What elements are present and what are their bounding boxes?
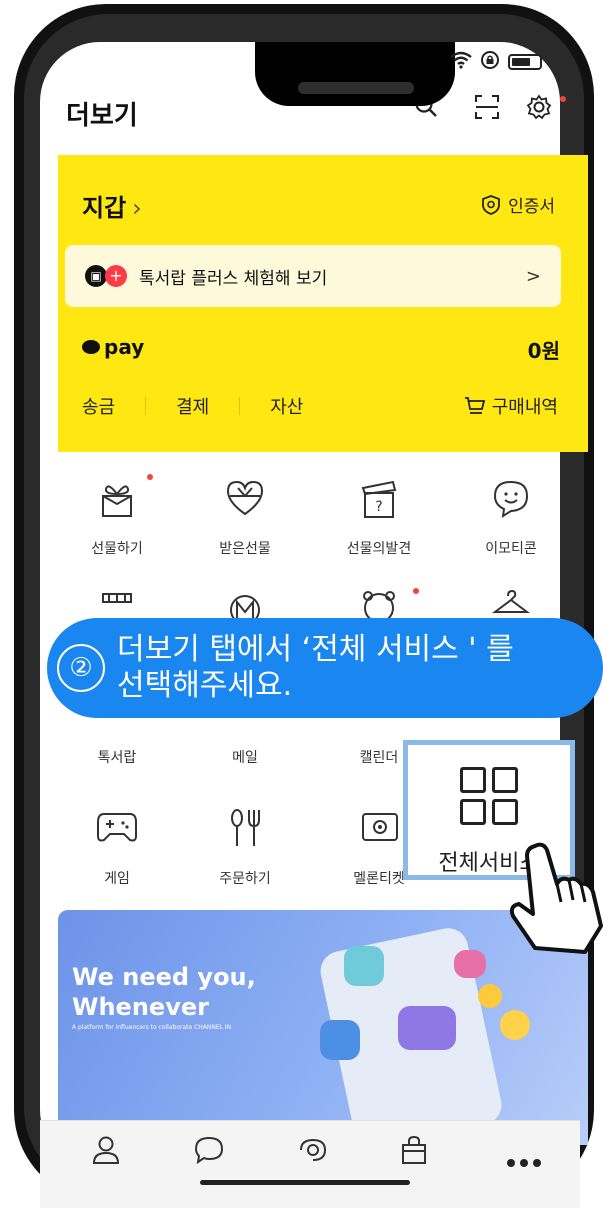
step-number: ② bbox=[57, 644, 105, 692]
instruction-line-1: 더보기 탭에서 ‘전체 서비스 ' 를 bbox=[117, 632, 514, 667]
home-indicator[interactable] bbox=[200, 1180, 410, 1185]
grid-item-gift-discovery[interactable]: ? 선물의발견 bbox=[314, 478, 444, 558]
certificate-label: 인증서 bbox=[508, 197, 555, 217]
pay-balance[interactable]: 0원 bbox=[528, 335, 560, 364]
like-bubble-icon bbox=[344, 946, 384, 986]
grid-item-order[interactable]: 주문하기 bbox=[180, 808, 310, 888]
certificate-button[interactable]: 인증서 bbox=[480, 192, 555, 217]
pay-links: 송금 결제 자산 bbox=[82, 393, 303, 419]
banner-subtitle: A platform for influencers to collaborat… bbox=[72, 1024, 232, 1031]
grid-label: 이모티콘 bbox=[485, 541, 537, 557]
svg-text:?: ? bbox=[375, 499, 382, 515]
banner-title-line-1: We need you, bbox=[72, 963, 256, 991]
more-icon[interactable] bbox=[506, 1141, 542, 1176]
plus-icon: + bbox=[105, 265, 127, 287]
instruction-text: 더보기 탭에서 ‘전체 서비스 ' 를 선택해주세요. bbox=[117, 632, 597, 704]
divider bbox=[145, 397, 147, 415]
divider bbox=[239, 397, 241, 415]
emoticon-icon bbox=[446, 478, 576, 524]
gift-icon bbox=[52, 478, 182, 524]
notification-dot bbox=[560, 96, 566, 102]
grid-label: 게임 bbox=[104, 871, 130, 887]
heart-ribbon-icon bbox=[180, 478, 310, 524]
grid-four-squares-icon bbox=[460, 767, 520, 827]
grid-label: 받은선물 bbox=[219, 541, 271, 557]
notch bbox=[255, 42, 455, 106]
grid-label: 톡서랍 bbox=[97, 750, 137, 766]
person-icon[interactable] bbox=[92, 1135, 120, 1173]
assets-link[interactable]: 자산 bbox=[270, 393, 303, 419]
payment-link[interactable]: 결제 bbox=[176, 393, 209, 419]
grid-item-received-gift[interactable]: 받은선물 bbox=[180, 478, 310, 558]
shield-icon bbox=[482, 194, 500, 215]
grid-item-emoticon[interactable]: 이모티콘 bbox=[446, 478, 576, 558]
instruction-line-2: 선택해주세요. bbox=[117, 668, 293, 703]
shopping-bag-icon[interactable] bbox=[400, 1135, 428, 1173]
chat-icon[interactable] bbox=[194, 1135, 224, 1173]
heart-eyes-emoji-icon bbox=[500, 1010, 530, 1040]
grid-item-gift[interactable]: 선물하기 bbox=[52, 478, 182, 558]
pay-label: pay bbox=[104, 335, 145, 359]
grid-item-game[interactable]: 게임 bbox=[52, 808, 182, 888]
bottom-nav bbox=[40, 1120, 580, 1208]
notification-dot bbox=[413, 588, 419, 594]
chevron-right-icon: › bbox=[132, 194, 142, 222]
fork-knife-icon bbox=[180, 808, 310, 854]
gamepad-icon bbox=[52, 808, 182, 854]
like-bubble-icon bbox=[454, 950, 486, 978]
notification-dot bbox=[147, 474, 153, 480]
chevron-right-icon: > bbox=[525, 265, 541, 287]
grid-label: 선물하기 bbox=[91, 541, 143, 557]
grid-label: 선물의발견 bbox=[346, 541, 412, 557]
page-title: 더보기 bbox=[66, 101, 138, 131]
pointing-hand-icon bbox=[505, 840, 603, 964]
wifi-icon bbox=[450, 51, 472, 73]
emoji-icon bbox=[478, 984, 502, 1008]
battery-icon bbox=[508, 54, 542, 70]
speech-bubble-icon bbox=[82, 340, 100, 354]
purchase-history-label: 구매내역 bbox=[491, 397, 558, 418]
grid-label: 주문하기 bbox=[219, 871, 271, 887]
banner-title: We need you, Whenever bbox=[72, 962, 256, 1022]
wallet-card: 지갑 › 인증서 ▣ + 톡서랍 플러스 체험해 보기 > pay 0원 송금 결… bbox=[58, 155, 588, 452]
banner-title-line-2: Whenever bbox=[72, 993, 209, 1021]
view-icon[interactable] bbox=[298, 1135, 328, 1173]
status-bar bbox=[450, 50, 542, 74]
instruction-tooltip: ② 더보기 탭에서 ‘전체 서비스 ' 를 선택해주세요. bbox=[47, 618, 603, 718]
notch-speaker bbox=[298, 82, 414, 94]
wallet-title[interactable]: 지갑 › bbox=[82, 188, 142, 223]
lock-icon bbox=[480, 50, 500, 74]
gear-icon[interactable] bbox=[526, 94, 552, 127]
grid-label: 메일 bbox=[232, 750, 258, 766]
purchase-history-button[interactable]: 구매내역 bbox=[464, 393, 558, 419]
wallet-title-text: 지갑 bbox=[82, 194, 127, 222]
drawer-icon: ▣ bbox=[85, 265, 107, 287]
mystery-box-icon: ? bbox=[314, 478, 444, 524]
like-bubble-icon bbox=[398, 1006, 456, 1050]
drawer-plus-banner[interactable]: ▣ + 톡서랍 플러스 체험해 보기 > bbox=[65, 245, 561, 307]
cart-icon bbox=[464, 397, 485, 414]
drawer-plus-label: 톡서랍 플러스 체험해 보기 bbox=[139, 268, 328, 289]
send-money-link[interactable]: 송금 bbox=[82, 393, 115, 419]
like-bubble-icon bbox=[320, 1020, 360, 1060]
scan-icon[interactable] bbox=[474, 94, 500, 127]
pay-logo[interactable]: pay bbox=[82, 335, 144, 359]
